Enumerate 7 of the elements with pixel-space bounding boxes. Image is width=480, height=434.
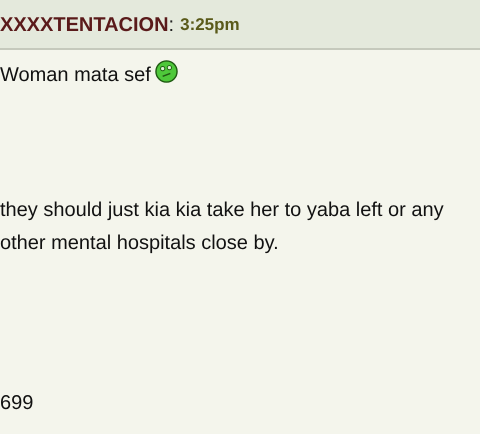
post-time: 3:25pm bbox=[180, 15, 240, 35]
author-name[interactable]: XXXXTENTACION bbox=[0, 14, 169, 36]
separator: : bbox=[168, 14, 174, 36]
post-text: Woman mata sef bbox=[0, 64, 151, 86]
post-count: 699 bbox=[0, 392, 34, 415]
post-text: they should just kia kia take her to yaba left or any other mental hospitals close by. bbox=[0, 198, 445, 256]
sick-face-icon bbox=[154, 60, 178, 82]
